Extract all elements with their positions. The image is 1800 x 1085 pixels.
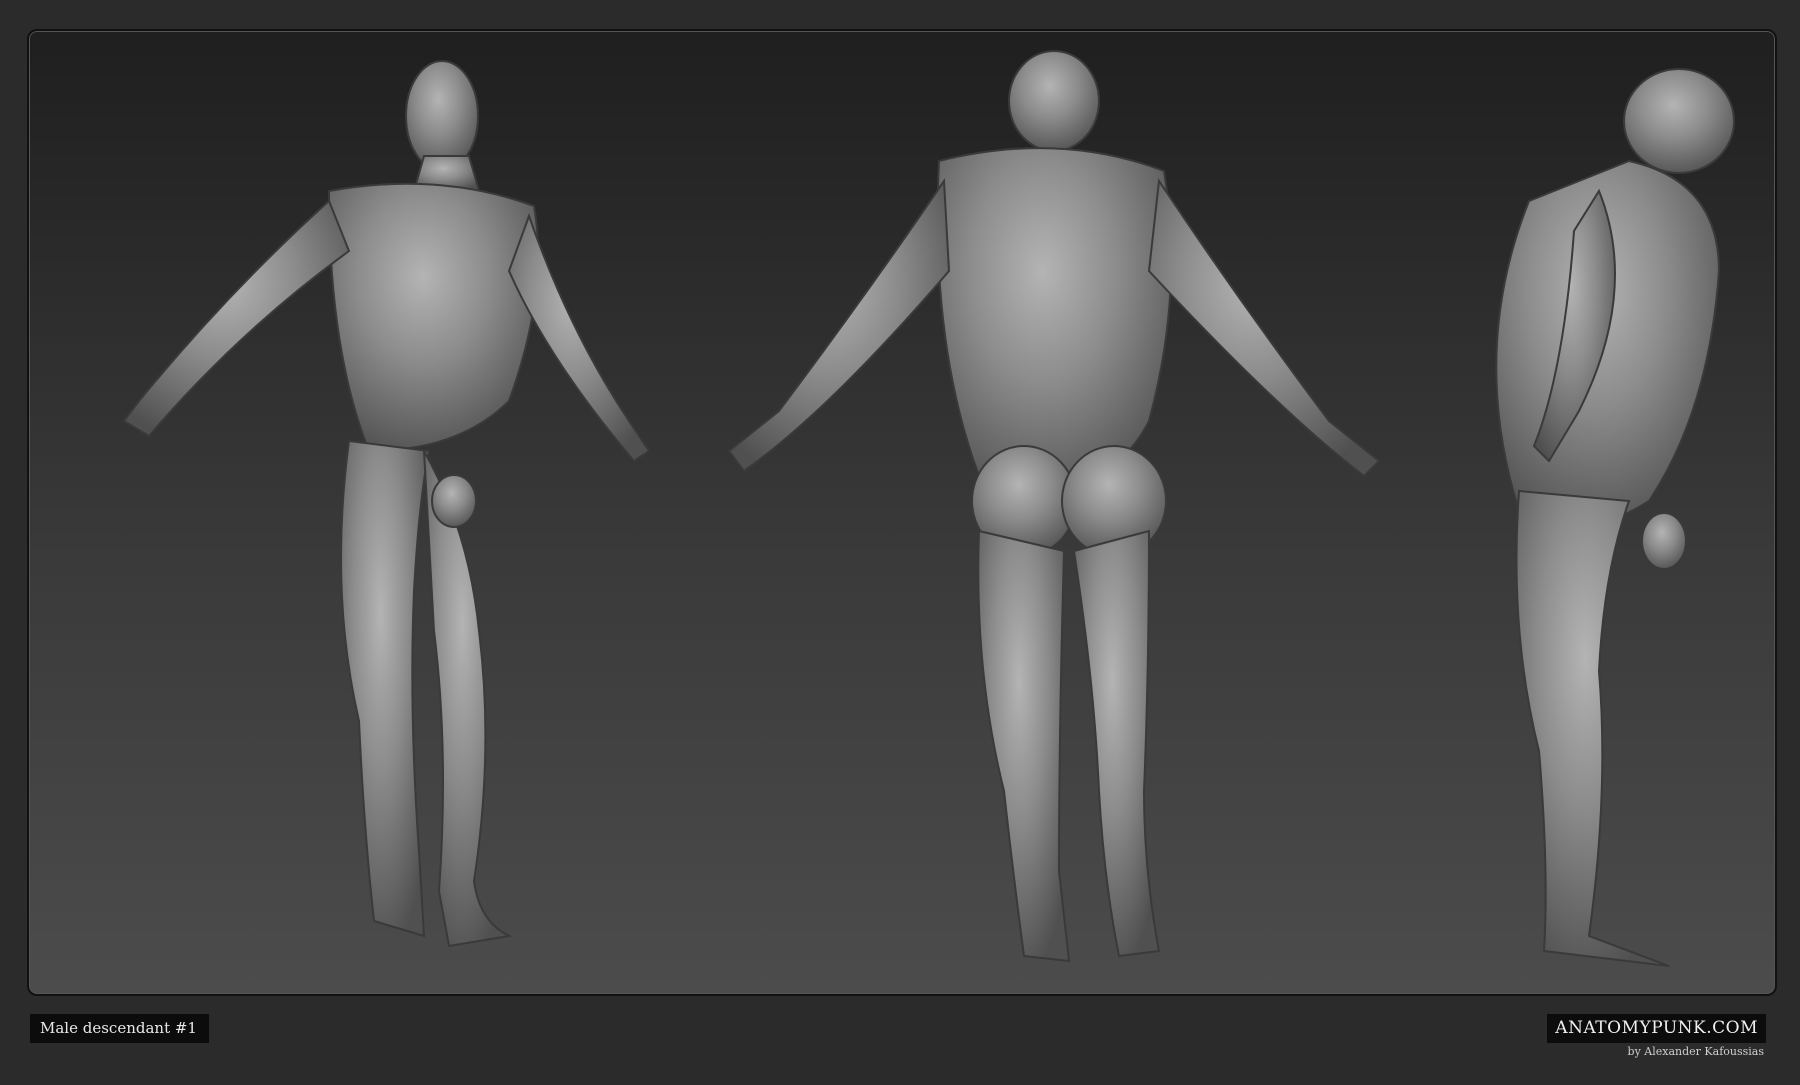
model-caption-label: Male descendant #1 xyxy=(30,1014,209,1043)
author-credit: by Alexander Kafoussias xyxy=(1627,1045,1764,1058)
figure-side xyxy=(1495,68,1735,967)
render-viewport xyxy=(27,29,1777,996)
site-brand-label: ANATOMYPUNK.COM xyxy=(1547,1014,1766,1043)
sculpt-figures xyxy=(122,50,1735,967)
figure-back xyxy=(727,50,1381,963)
figure-front xyxy=(122,60,651,948)
